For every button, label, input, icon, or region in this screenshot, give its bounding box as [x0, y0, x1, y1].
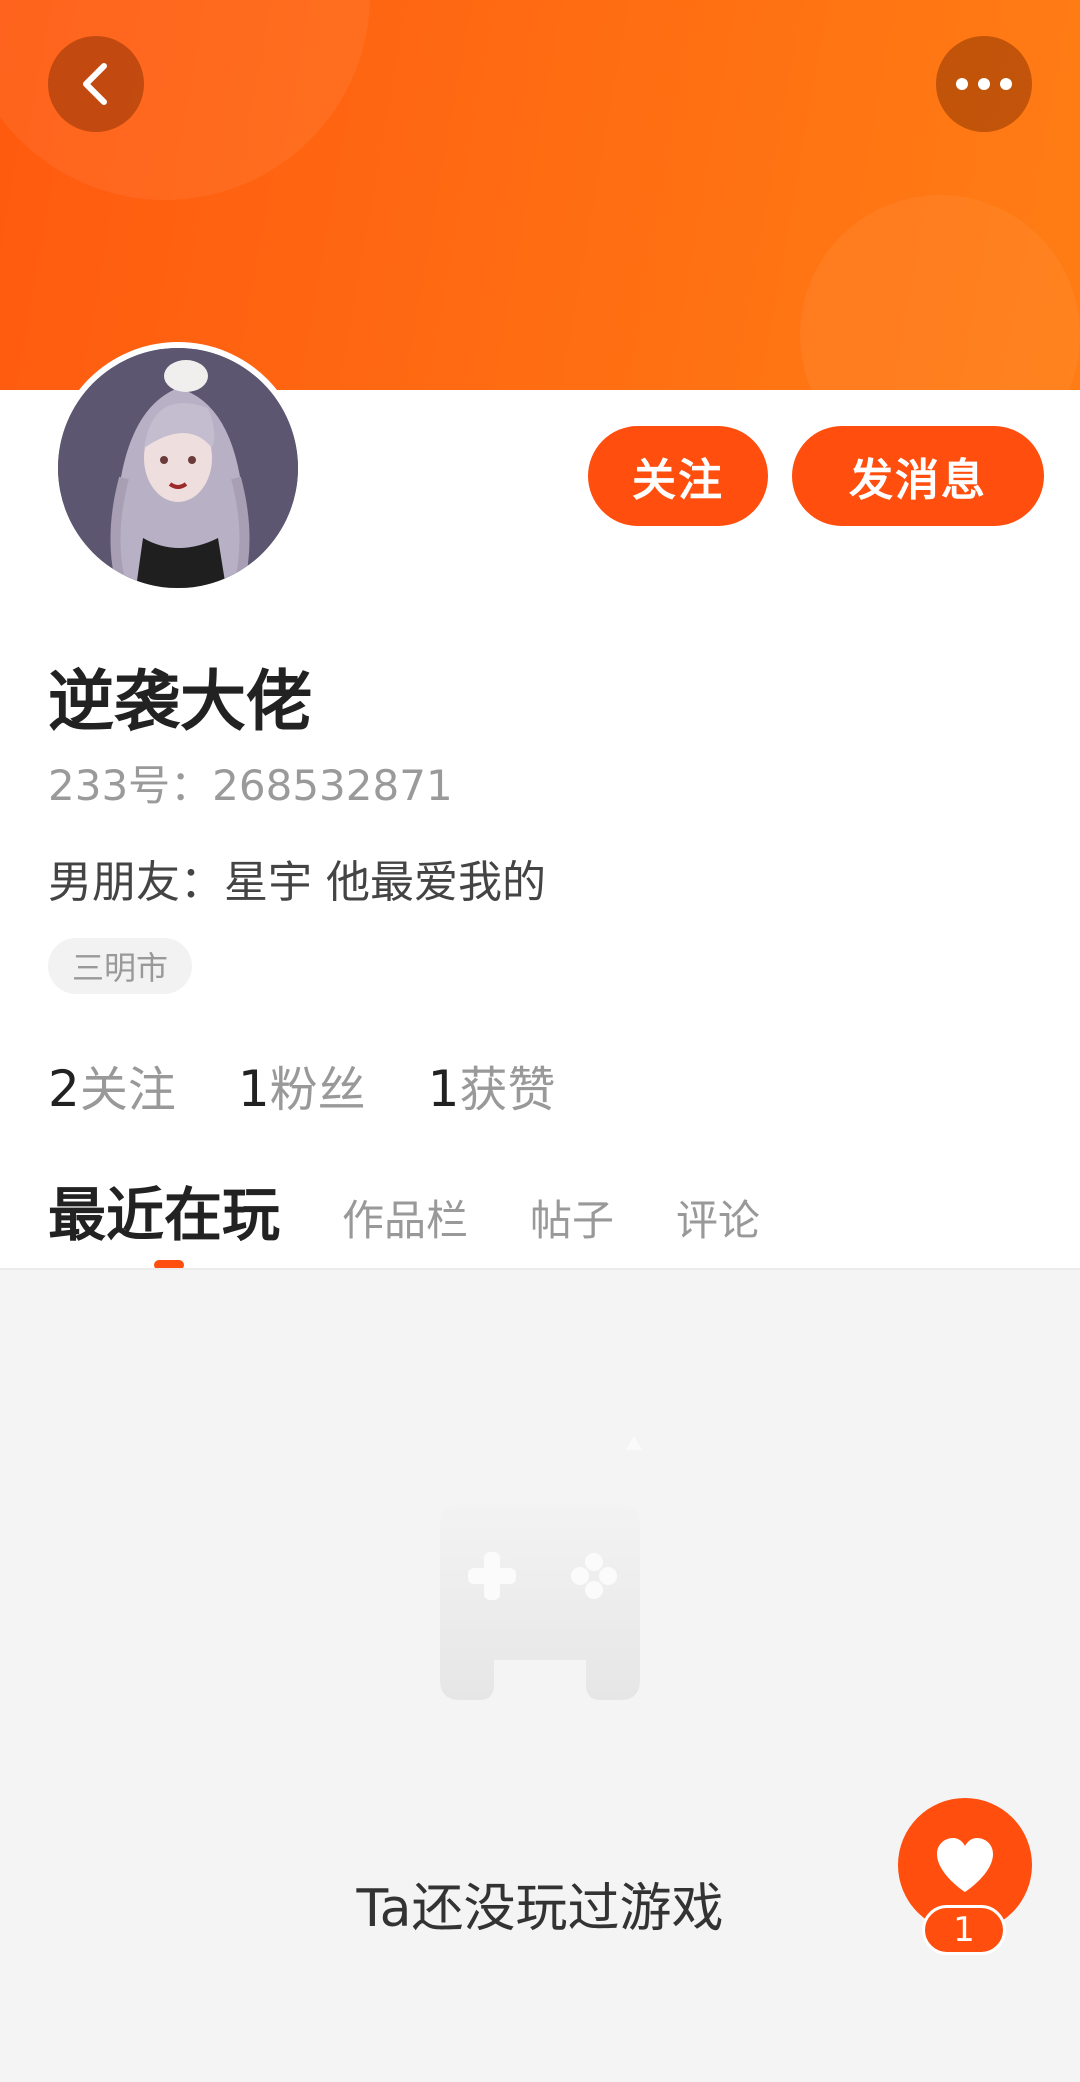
heart-icon [937, 1838, 993, 1892]
banner-decoration [800, 195, 1080, 390]
avatar[interactable] [52, 342, 304, 594]
like-count-badge: 1 [922, 1905, 1006, 1955]
tab-works[interactable]: 作品栏 [342, 1187, 468, 1248]
following-stat[interactable]: 2 关注 [48, 1050, 176, 1120]
back-button[interactable] [48, 36, 144, 132]
profile-banner [0, 0, 1080, 390]
more-button[interactable] [936, 36, 1032, 132]
username: 逆袭大佬 [48, 663, 312, 740]
user-bio: 男朋友：星宇 他最爱我的 [48, 857, 546, 908]
gamepad-icon [380, 1420, 700, 1720]
likes-label: 获赞 [459, 1062, 556, 1118]
following-count: 2 [48, 1060, 80, 1118]
profile-stats: 2 关注 1 粉丝 1 获赞 [48, 1050, 555, 1120]
follow-button[interactable]: 关注 [588, 426, 768, 526]
likes-stat[interactable]: 1 获赞 [428, 1050, 556, 1120]
send-message-button[interactable]: 发消息 [792, 426, 1044, 526]
following-label: 关注 [79, 1062, 176, 1118]
more-horizontal-icon [956, 78, 1012, 90]
tab-comments[interactable]: 评论 [676, 1187, 760, 1248]
likes-count: 1 [427, 1060, 460, 1118]
tab-posts[interactable]: 帖子 [530, 1187, 614, 1248]
fans-stat[interactable]: 1 粉丝 [238, 1050, 366, 1120]
user-id: 233号：268532871 [48, 761, 453, 810]
fans-label: 粉丝 [269, 1062, 366, 1118]
chevron-left-icon [83, 63, 107, 105]
fans-count: 1 [237, 1060, 270, 1118]
location-tag: 三明市 [48, 938, 193, 994]
avatar-image [58, 348, 298, 588]
profile-tabs: 最近在玩 作品栏 帖子 评论 [48, 1168, 760, 1252]
tab-recently-played[interactable]: 最近在玩 [48, 1168, 280, 1252]
